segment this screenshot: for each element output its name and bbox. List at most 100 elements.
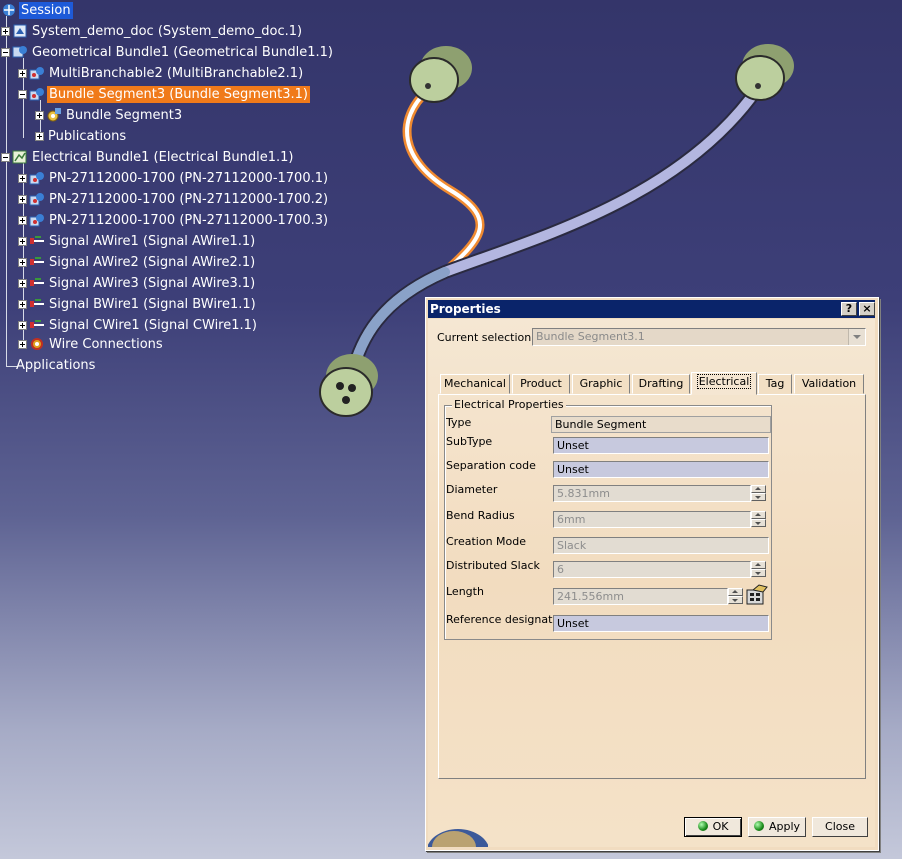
expand-icon[interactable] xyxy=(18,257,27,267)
tree-node-bundle-segment-selected[interactable]: Bundle Segment3 (Bundle Segment3.1) xyxy=(18,84,311,104)
wire-icon xyxy=(30,299,44,307)
tab-drafting[interactable]: Drafting xyxy=(632,374,690,394)
spin-down-icon[interactable] xyxy=(728,596,743,604)
measure-icon[interactable] xyxy=(745,584,769,606)
tree-node-geometrical-bundle[interactable]: Geometrical Bundle1 (Geometrical Bundle1… xyxy=(1,42,335,62)
connector-top-right[interactable] xyxy=(735,44,794,101)
length-label: Length xyxy=(446,585,484,598)
expand-icon[interactable] xyxy=(18,194,27,204)
tree-node-wire[interactable]: Signal AWire1 (Signal AWire1.1) xyxy=(18,231,257,251)
tab-product[interactable]: Product xyxy=(512,374,570,394)
tree-node-wire[interactable]: Signal CWire1 (Signal CWire1.1) xyxy=(18,315,259,335)
chevron-down-icon[interactable] xyxy=(848,329,865,345)
tab-electrical[interactable]: Electrical xyxy=(691,372,757,395)
tree-node-multibranchable[interactable]: MultiBranchable2 (MultiBranchable2.1) xyxy=(18,63,305,83)
ok-status-icon xyxy=(697,821,708,831)
tab-tag[interactable]: Tag xyxy=(758,374,792,394)
bend-radius-field[interactable]: 6mm xyxy=(553,511,751,528)
expand-icon[interactable] xyxy=(18,299,27,309)
diameter-spinner[interactable] xyxy=(751,485,766,502)
current-selection-value: Bundle Segment3.1 xyxy=(536,330,645,343)
length-field[interactable]: 241.556mm xyxy=(553,588,728,605)
expand-icon[interactable] xyxy=(1,26,10,36)
connector-bottom-left[interactable] xyxy=(319,354,378,417)
wire-branch-orange[interactable] xyxy=(402,85,485,277)
apply-status-icon xyxy=(753,821,764,831)
tree-node-bundle-segment[interactable]: Bundle Segment3 xyxy=(35,105,184,125)
expand-icon[interactable] xyxy=(35,131,44,141)
wire-icon xyxy=(30,236,44,244)
collapse-icon[interactable] xyxy=(1,152,10,162)
tab-graphic[interactable]: Graphic xyxy=(572,374,630,394)
collapse-icon[interactable] xyxy=(18,89,27,99)
spin-up-icon[interactable] xyxy=(751,485,766,493)
distributed-slack-field[interactable]: 6 xyxy=(553,561,751,578)
tree-node-wire[interactable]: Signal BWire1 (Signal BWire1.1) xyxy=(18,294,258,314)
connector-top-left[interactable] xyxy=(409,46,472,103)
tree-node-publications[interactable]: Publications xyxy=(35,126,128,146)
tree-line xyxy=(6,16,7,366)
wire-icon xyxy=(30,320,44,328)
expand-icon[interactable] xyxy=(18,278,27,288)
spin-up-icon[interactable] xyxy=(751,561,766,569)
tab-label: Drafting xyxy=(638,377,684,390)
properties-dialog: Properties ? × Current selection : Bundl… xyxy=(425,297,879,851)
separation-code-field[interactable]: Unset xyxy=(553,461,769,478)
type-value: Bundle Segment xyxy=(551,416,771,433)
close-icon[interactable]: × xyxy=(859,302,875,316)
spin-down-icon[interactable] xyxy=(751,569,766,577)
help-button[interactable]: ? xyxy=(841,302,857,316)
wire-icon xyxy=(30,278,44,286)
tree-node-electrical-bundle[interactable]: Electrical Bundle1 (Electrical Bundle1.1… xyxy=(1,147,296,167)
connector-part-icon xyxy=(29,193,44,206)
tab-validation[interactable]: Validation xyxy=(794,374,864,394)
geometrical-bundle-icon xyxy=(12,46,27,58)
current-selection-combo[interactable]: Bundle Segment3.1 xyxy=(532,328,866,346)
separation-code-label: Separation code xyxy=(446,459,536,472)
spin-up-icon[interactable] xyxy=(728,588,743,596)
ok-button[interactable]: OK xyxy=(684,817,742,837)
distributed-slack-spinner[interactable] xyxy=(751,561,766,578)
tree-node-applications[interactable]: Applications xyxy=(14,355,97,375)
tree-node-doc[interactable]: System_demo_doc (System_demo_doc.1) xyxy=(1,21,304,41)
type-label: Type xyxy=(446,416,472,429)
subtype-field[interactable]: Unset xyxy=(553,437,769,454)
bend-radius-spinner[interactable] xyxy=(751,511,766,528)
creation-mode-field[interactable]: Slack xyxy=(553,537,769,554)
apply-button[interactable]: Apply xyxy=(748,817,806,837)
tree-node-wire-connections[interactable]: Wire Connections xyxy=(18,334,165,354)
tab-label: Mechanical xyxy=(444,377,506,390)
close-button[interactable]: Close xyxy=(812,817,868,837)
connector-part-icon xyxy=(29,172,44,185)
expand-icon[interactable] xyxy=(18,173,27,183)
group-title: Electrical Properties xyxy=(452,398,566,411)
spin-up-icon[interactable] xyxy=(751,511,766,519)
tree-node-wire[interactable]: Signal AWire2 (Signal AWire2.1) xyxy=(18,252,257,272)
expand-icon[interactable] xyxy=(18,320,27,330)
length-spinner[interactable] xyxy=(728,588,743,605)
tree-node-wire[interactable]: Signal AWire3 (Signal AWire3.1) xyxy=(18,273,257,293)
apply-label: Apply xyxy=(768,820,801,833)
dialog-title: Properties xyxy=(430,302,501,316)
expand-icon[interactable] xyxy=(18,215,27,225)
diameter-label: Diameter xyxy=(446,483,498,496)
collapse-icon[interactable] xyxy=(1,47,10,57)
current-selection-label: Current selection : xyxy=(437,331,539,344)
spin-down-icon[interactable] xyxy=(751,519,766,527)
expand-icon[interactable] xyxy=(18,68,27,78)
expand-icon[interactable] xyxy=(35,110,44,120)
expand-icon[interactable] xyxy=(18,339,27,349)
tree-node-part[interactable]: PN-27112000-1700 (PN-27112000-1700.3) xyxy=(18,210,330,230)
bundle-segment-icon xyxy=(29,88,44,101)
tree-node-part[interactable]: PN-27112000-1700 (PN-27112000-1700.1) xyxy=(18,168,330,188)
dialog-titlebar[interactable]: Properties ? × xyxy=(428,300,875,318)
diameter-field[interactable]: 5.831mm xyxy=(553,485,751,502)
expand-icon[interactable] xyxy=(18,236,27,246)
reference-designator-label: Reference designator xyxy=(446,613,564,626)
tree-node-session[interactable]: Session xyxy=(1,0,73,20)
spin-down-icon[interactable] xyxy=(751,493,766,501)
tab-label: Validation xyxy=(801,377,857,390)
reference-designator-field[interactable]: Unset xyxy=(553,615,769,632)
tab-mechanical[interactable]: Mechanical xyxy=(440,374,510,394)
tree-node-part[interactable]: PN-27112000-1700 (PN-27112000-1700.2) xyxy=(18,189,330,209)
